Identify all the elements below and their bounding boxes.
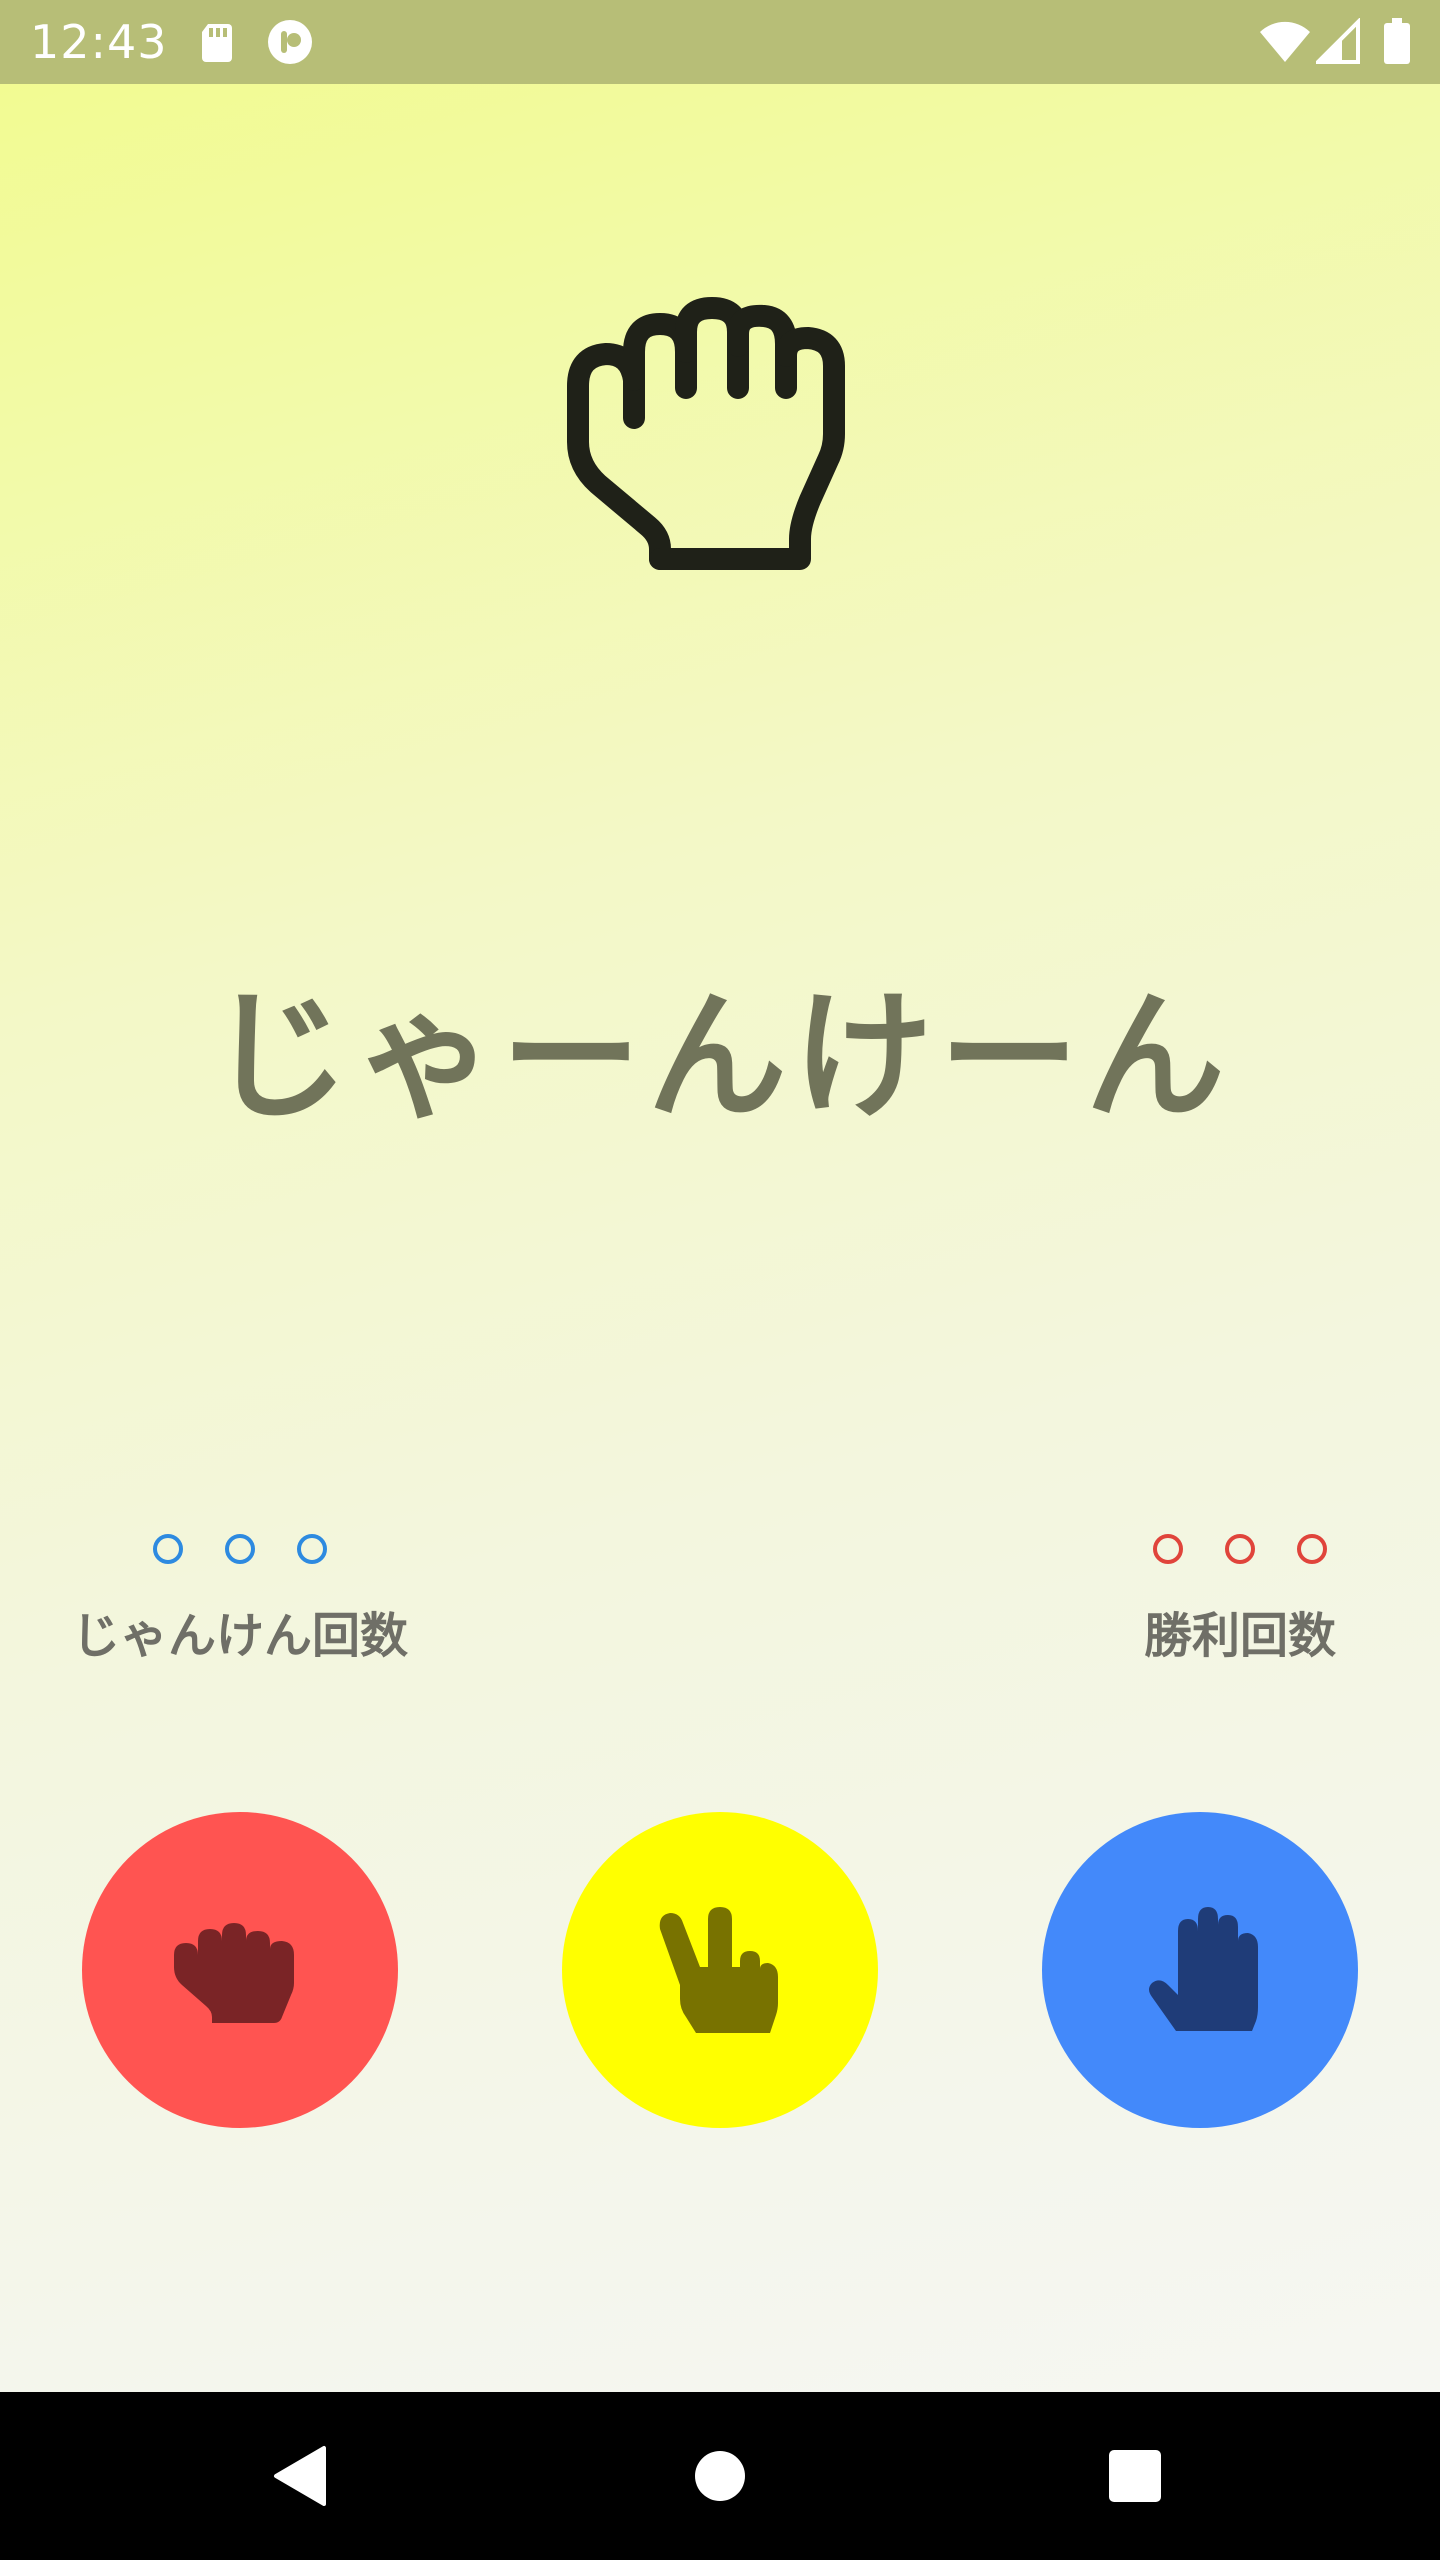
- rock-hand-icon: [174, 1923, 294, 2023]
- page-title: じゃーんけーん: [208, 976, 1231, 1139]
- paper-button[interactable]: [1042, 1812, 1358, 2128]
- games-played-dot: [153, 1534, 183, 1564]
- home-button[interactable]: [680, 2436, 760, 2516]
- rock-hand-icon: [567, 297, 845, 570]
- game-screen: じゃーんけーん じゃんけん回数 勝利回数: [0, 84, 1440, 2392]
- paper-hand-icon: [1149, 1907, 1258, 2031]
- sd-card-icon: [202, 24, 232, 62]
- games-played-dot: [225, 1534, 255, 1564]
- scissors-button[interactable]: [562, 1812, 878, 2128]
- wifi-icon: [1260, 21, 1310, 63]
- battery-icon: [1384, 18, 1410, 64]
- rock-button[interactable]: [82, 1812, 398, 2128]
- games-played-label: じゃんけん回数: [71, 1608, 408, 1664]
- wins-label: 勝利回数: [1143, 1608, 1336, 1664]
- scissors-hand-icon: [659, 1907, 778, 2033]
- back-button[interactable]: [260, 2436, 340, 2516]
- notification-app-icon: [268, 20, 312, 64]
- wins-counter: 勝利回数: [1120, 1524, 1360, 1666]
- wins-indicators: [1120, 1524, 1360, 1574]
- navigation-bar: [0, 2392, 1440, 2560]
- recents-icon: [1109, 2450, 1161, 2502]
- wins-dot: [1297, 1534, 1327, 1564]
- home-icon: [695, 2451, 745, 2501]
- cell-signal-icon: [1316, 18, 1360, 64]
- wins-dot: [1153, 1534, 1183, 1564]
- recents-button[interactable]: [1095, 2436, 1175, 2516]
- status-bar: 12:43: [0, 0, 1440, 84]
- wins-dot: [1225, 1534, 1255, 1564]
- back-icon: [274, 2446, 326, 2506]
- games-played-dot: [297, 1534, 327, 1564]
- games-played-counter: じゃんけん回数: [60, 1524, 420, 1666]
- status-time: 12:43: [30, 15, 168, 69]
- games-played-indicators: [60, 1524, 420, 1574]
